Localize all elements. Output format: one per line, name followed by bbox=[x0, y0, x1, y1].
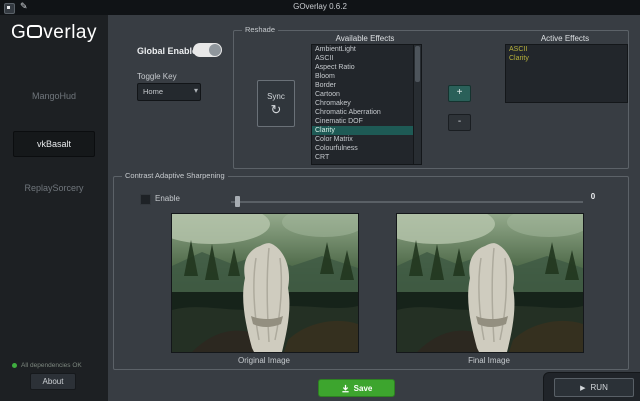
active-effects-list[interactable]: ASCII Clarity bbox=[505, 44, 628, 103]
effect-item[interactable]: Border bbox=[312, 81, 421, 90]
effect-item[interactable]: Color Matrix bbox=[312, 135, 421, 144]
slider-value: 0 bbox=[585, 192, 601, 201]
cas-group-label: Contrast Adaptive Sharpening bbox=[122, 171, 228, 180]
window-title: GOverlay 0.6.2 bbox=[0, 2, 640, 11]
final-image-preview bbox=[396, 213, 584, 353]
titlebar: ✎ GOverlay 0.6.2 bbox=[0, 0, 640, 15]
save-label: Save bbox=[354, 384, 373, 393]
toggle-key-label: Toggle Key bbox=[137, 72, 177, 81]
status-text: All dependencies OK bbox=[21, 362, 82, 369]
sync-icon: ↻ bbox=[271, 103, 282, 116]
effect-item[interactable]: AmbientLight bbox=[312, 45, 421, 54]
cas-enable-label: Enable bbox=[155, 194, 180, 203]
play-icon: ▶ bbox=[580, 384, 585, 392]
effect-item[interactable]: ASCII bbox=[312, 54, 421, 63]
app-logo: Gverlay bbox=[0, 22, 108, 44]
logo-o-icon bbox=[27, 25, 42, 38]
remove-effect-button[interactable]: - bbox=[448, 114, 471, 131]
sidebar-item-replaysorcery[interactable]: ReplaySorcery bbox=[0, 183, 108, 193]
reshade-group: Reshade Sync ↻ Available Effects Ambient… bbox=[233, 30, 629, 169]
effect-item[interactable]: Cinematic DOF bbox=[312, 117, 421, 126]
sharpness-slider[interactable] bbox=[231, 201, 583, 203]
about-button[interactable]: About bbox=[30, 373, 76, 390]
cas-enable-checkbox[interactable] bbox=[140, 194, 151, 205]
run-button[interactable]: ▶ RUN bbox=[554, 378, 634, 397]
effect-item[interactable]: Cartoon bbox=[312, 90, 421, 99]
original-image-preview bbox=[171, 213, 359, 353]
effect-item[interactable]: Bloom bbox=[312, 72, 421, 81]
effect-item[interactable]: Aspect Ratio bbox=[312, 63, 421, 72]
run-label: RUN bbox=[591, 383, 608, 392]
active-effects-header: Active Effects bbox=[495, 34, 635, 43]
effect-item[interactable]: Chromatic Aberration bbox=[312, 108, 421, 117]
toggle-knob bbox=[209, 44, 221, 56]
final-image-caption: Final Image bbox=[396, 356, 582, 365]
save-icon bbox=[341, 384, 350, 393]
reshade-group-label: Reshade bbox=[242, 25, 278, 34]
effect-item[interactable]: Chromakey bbox=[312, 99, 421, 108]
toggle-key-dropdown[interactable]: Home ▾ bbox=[137, 83, 201, 101]
available-effects-list[interactable]: AmbientLight ASCII Aspect Ratio Bloom Bo… bbox=[311, 44, 422, 165]
sync-button[interactable]: Sync ↻ bbox=[257, 80, 295, 127]
status-ok-dot bbox=[12, 363, 17, 368]
add-effect-button[interactable]: + bbox=[448, 85, 471, 102]
save-button[interactable]: Save bbox=[318, 379, 395, 397]
available-effects-header: Available Effects bbox=[295, 34, 435, 43]
sync-label: Sync bbox=[267, 92, 285, 101]
sidebar-item-vkbasalt[interactable]: vkBasalt bbox=[13, 131, 95, 157]
logo-prefix: G bbox=[11, 22, 26, 43]
active-effect-item[interactable]: Clarity bbox=[506, 54, 627, 63]
global-enable-toggle[interactable] bbox=[193, 43, 222, 57]
scrollbar-thumb[interactable] bbox=[415, 46, 420, 82]
run-panel: ▶ RUN bbox=[543, 372, 640, 401]
effect-item-selected[interactable]: Clarity bbox=[312, 126, 421, 135]
toggle-key-value: Home bbox=[143, 87, 163, 96]
dependency-status: All dependencies OK bbox=[12, 362, 82, 369]
scrollbar[interactable] bbox=[413, 45, 421, 164]
effect-item[interactable]: CRT bbox=[312, 153, 421, 162]
active-effect-item[interactable]: ASCII bbox=[506, 45, 627, 54]
cas-group: Contrast Adaptive Sharpening Enable 0 Or… bbox=[113, 176, 629, 370]
goverlay-window: ✎ GOverlay 0.6.2 Gverlay MangoHud vkBasa… bbox=[0, 0, 640, 401]
original-image-caption: Original Image bbox=[171, 356, 357, 365]
chevron-down-icon: ▾ bbox=[194, 86, 198, 95]
sidebar-item-mangohud[interactable]: MangoHud bbox=[0, 91, 108, 101]
slider-handle[interactable] bbox=[235, 196, 240, 207]
logo-suffix: verlay bbox=[43, 22, 97, 43]
sidebar: Gverlay MangoHud vkBasalt ReplaySorcery … bbox=[0, 15, 108, 401]
effect-item[interactable]: Colourfulness bbox=[312, 144, 421, 153]
global-enable-label: Global Enable bbox=[137, 46, 197, 56]
